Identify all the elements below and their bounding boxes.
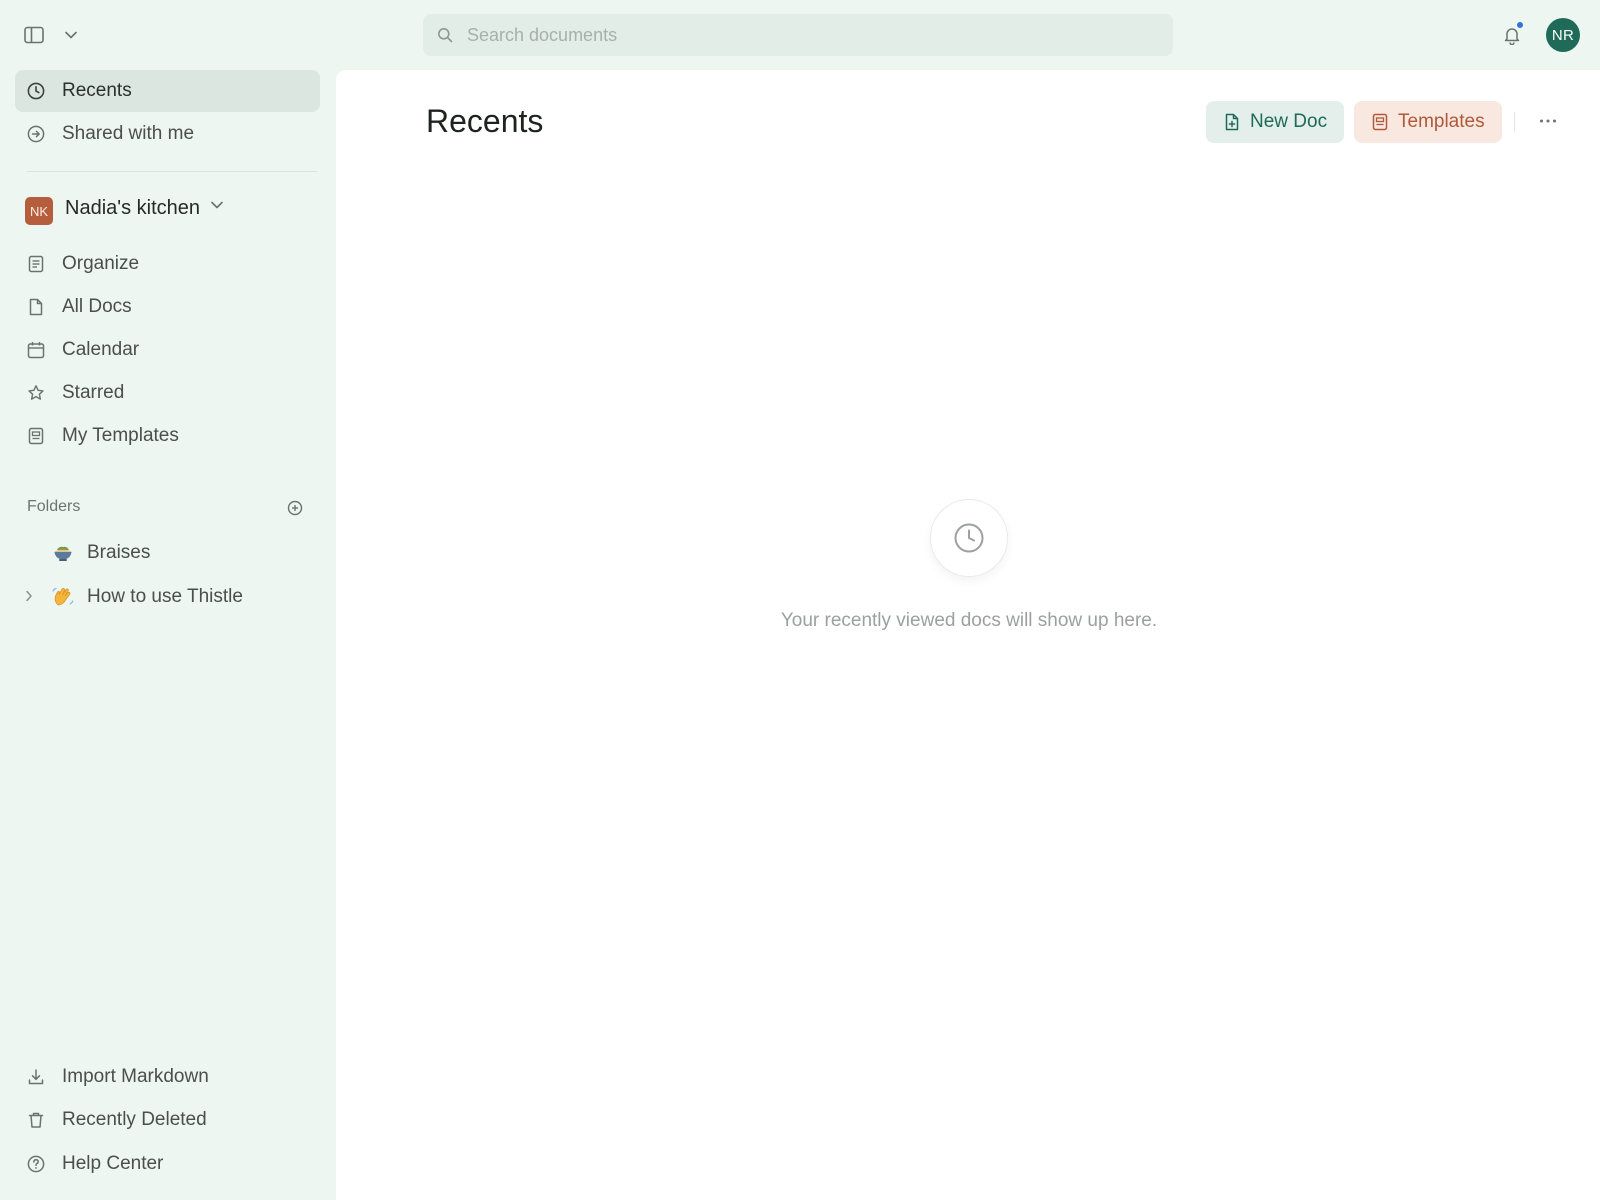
chevron-down-icon [65,31,77,39]
sidebar-item-shared-with-me[interactable]: Shared with me [15,113,320,155]
main-content: Recents New Doc Templates Your recently … [336,70,1600,1200]
empty-state-badge [930,499,1008,577]
chevron-down-icon [211,201,223,209]
clock-icon [27,82,45,100]
sidebar-item-calendar[interactable]: Calendar [15,329,320,371]
search-input[interactable] [467,14,1157,56]
sidebar-item-starred[interactable]: Starred [15,372,320,414]
sidebar-item-label: Organize [62,253,140,274]
sidebar-item-label: Starred [62,382,125,403]
search-icon [437,27,453,43]
new-doc-label: New Doc [1250,111,1328,132]
sidebar-menu-dropdown[interactable] [60,24,82,46]
workspace-name: Nadia's kitchen [65,197,200,219]
folder-label: How to use Thistle [87,586,243,607]
more-options-button[interactable] [1532,105,1564,137]
template-icon [27,427,45,445]
template-icon [1372,113,1388,131]
sidebar-item-help-center[interactable]: Help Center [15,1143,320,1185]
clock-icon [953,522,985,554]
sidebar: Recents Shared with me NK Nadia's kitche… [0,70,336,1200]
sidebar-toggle-button[interactable] [18,20,50,50]
empty-state-message: Your recently viewed docs will show up h… [780,610,1158,631]
sidebar-item-label: Recents [62,80,132,101]
sidebar-item-recents[interactable]: Recents [15,70,320,112]
sidebar-item-label: My Templates [62,425,179,446]
workspace-switcher[interactable]: NK Nadia's kitchen [15,189,245,231]
sidebar-item-organize[interactable]: Organize [15,243,320,285]
sidebar-item-all-docs[interactable]: All Docs [15,286,320,328]
top-bar: NR [0,0,1600,70]
add-folder-icon[interactable] [287,500,305,518]
toolbar-divider [1514,112,1515,132]
doc-icon [27,298,45,316]
sidebar-item-label: Import Markdown [62,1066,209,1087]
workspace-badge: NK [25,197,53,225]
bowl-emoji-icon [51,541,75,565]
waving-hand-emoji-icon [51,585,75,609]
shared-arrow-icon [27,125,45,143]
sidebar-item-label: Shared with me [62,123,195,144]
templates-button[interactable]: Templates [1354,101,1502,143]
folder-item-braises[interactable]: Braises [15,533,320,573]
new-doc-icon [1224,113,1240,131]
templates-label: Templates [1398,111,1485,132]
sidebar-item-label: All Docs [62,296,132,317]
more-horizontal-icon [1539,119,1557,123]
sidebar-panel-icon [24,26,44,44]
sidebar-divider [27,171,317,172]
folder-item-how-to-use-thistle[interactable]: How to use Thistle [15,577,320,617]
sidebar-item-label: Recently Deleted [62,1109,207,1130]
chevron-right-icon[interactable] [25,590,33,602]
sidebar-item-recently-deleted[interactable]: Recently Deleted [15,1099,320,1141]
star-icon [27,384,45,402]
page-title: Recents [426,103,544,139]
trash-icon [27,1111,45,1129]
sidebar-item-label: Calendar [62,339,140,360]
calendar-icon [27,341,45,359]
search-bar[interactable] [423,14,1173,56]
download-icon [27,1068,45,1086]
user-avatar[interactable]: NR [1546,18,1580,52]
sidebar-item-label: Help Center [62,1153,164,1174]
notification-dot [1516,21,1524,29]
sidebar-item-import-markdown[interactable]: Import Markdown [15,1056,320,1098]
sidebar-item-my-templates[interactable]: My Templates [15,415,320,457]
organize-icon [27,255,45,273]
new-doc-button[interactable]: New Doc [1206,101,1344,143]
help-icon [27,1155,45,1173]
folders-heading: Folders [27,498,81,515]
folder-label: Braises [87,542,151,563]
